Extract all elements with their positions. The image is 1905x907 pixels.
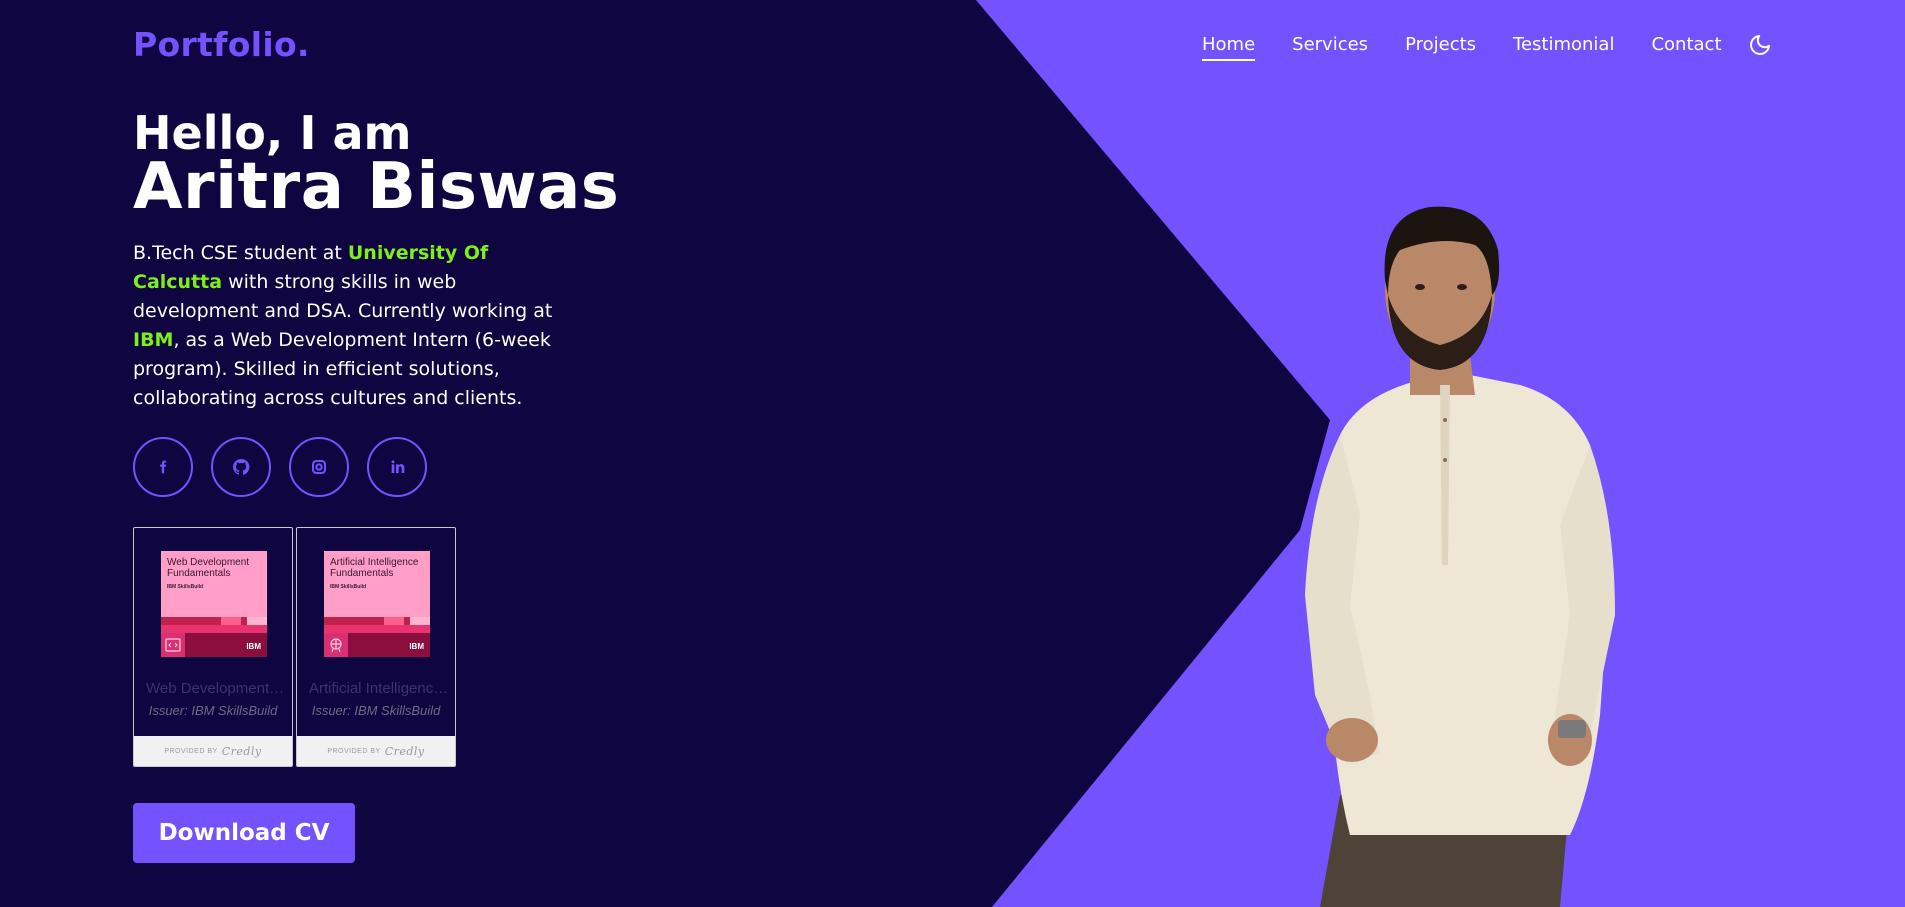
bio-text: , as a Web Development Intern (6-week pr… — [133, 329, 551, 409]
credly-logo: Credly — [384, 744, 425, 758]
instagram-link[interactable] — [289, 437, 349, 497]
company-highlight: IBM — [133, 329, 174, 351]
badge-footer: PROVIDED BY Credly — [134, 736, 292, 766]
profile-photo — [1305, 206, 1615, 907]
site-logo[interactable]: Portfolio. — [133, 25, 310, 64]
nav-projects[interactable]: Projects — [1405, 34, 1476, 61]
code-icon — [161, 633, 185, 657]
social-links — [133, 437, 427, 497]
hero-bio: B.Tech CSE student at University Of Calc… — [133, 239, 583, 413]
main-nav: Home Services Projects Testimonial Conta… — [1202, 34, 1759, 61]
hero-name: Aritra Biswas — [133, 150, 620, 224]
badge-art-subtitle: IBM SkillsBuild — [167, 584, 204, 590]
badge-footer: PROVIDED BY Credly — [297, 736, 455, 766]
certification-badges: Web Development Fundamentals IBM SkillsB… — [133, 527, 456, 767]
nav-testimonial[interactable]: Testimonial — [1513, 34, 1614, 61]
instagram-icon — [312, 460, 326, 474]
facebook-icon — [160, 460, 167, 474]
badge-title: Web Development Fundamentals — [146, 680, 286, 697]
linkedin-link[interactable] — [367, 437, 427, 497]
badge-art-title: Web Development Fundamentals — [167, 557, 250, 579]
badge-image: Web Development Fundamentals IBM SkillsB… — [161, 551, 267, 657]
provided-by-label: PROVIDED BY — [164, 747, 218, 755]
facebook-link[interactable] — [133, 437, 193, 497]
badge-card-web-development[interactable]: Web Development Fundamentals IBM SkillsB… — [133, 527, 293, 767]
badge-image: Artificial Intelligence Fundamentals IBM… — [324, 551, 430, 657]
bio-text: B.Tech CSE student at — [133, 242, 348, 264]
github-icon — [233, 459, 250, 475]
badge-title: Artificial Intelligence Fundamentals — [309, 680, 449, 697]
badge-art-title: Artificial Intelligence Fundamentals — [330, 557, 419, 579]
nav-contact[interactable]: Contact — [1651, 34, 1721, 61]
ibm-logo: IBM — [409, 642, 424, 651]
nav-home[interactable]: Home — [1202, 34, 1256, 61]
download-cv-button[interactable]: Download CV — [133, 803, 355, 863]
ibm-logo: IBM — [246, 642, 261, 651]
badge-issuer: Issuer: IBM SkillsBuild — [311, 703, 441, 718]
github-link[interactable] — [211, 437, 271, 497]
credly-logo: Credly — [221, 744, 262, 758]
linkedin-icon — [391, 460, 405, 473]
brain-icon — [324, 633, 348, 657]
nav-services[interactable]: Services — [1292, 34, 1368, 61]
provided-by-label: PROVIDED BY — [327, 747, 381, 755]
badge-issuer: Issuer: IBM SkillsBuild — [148, 703, 278, 718]
badge-card-ai[interactable]: Artificial Intelligence Fundamentals IBM… — [296, 527, 456, 767]
moon-icon[interactable] — [1748, 33, 1772, 57]
badge-art-subtitle: IBM SkillsBuild — [330, 584, 367, 590]
